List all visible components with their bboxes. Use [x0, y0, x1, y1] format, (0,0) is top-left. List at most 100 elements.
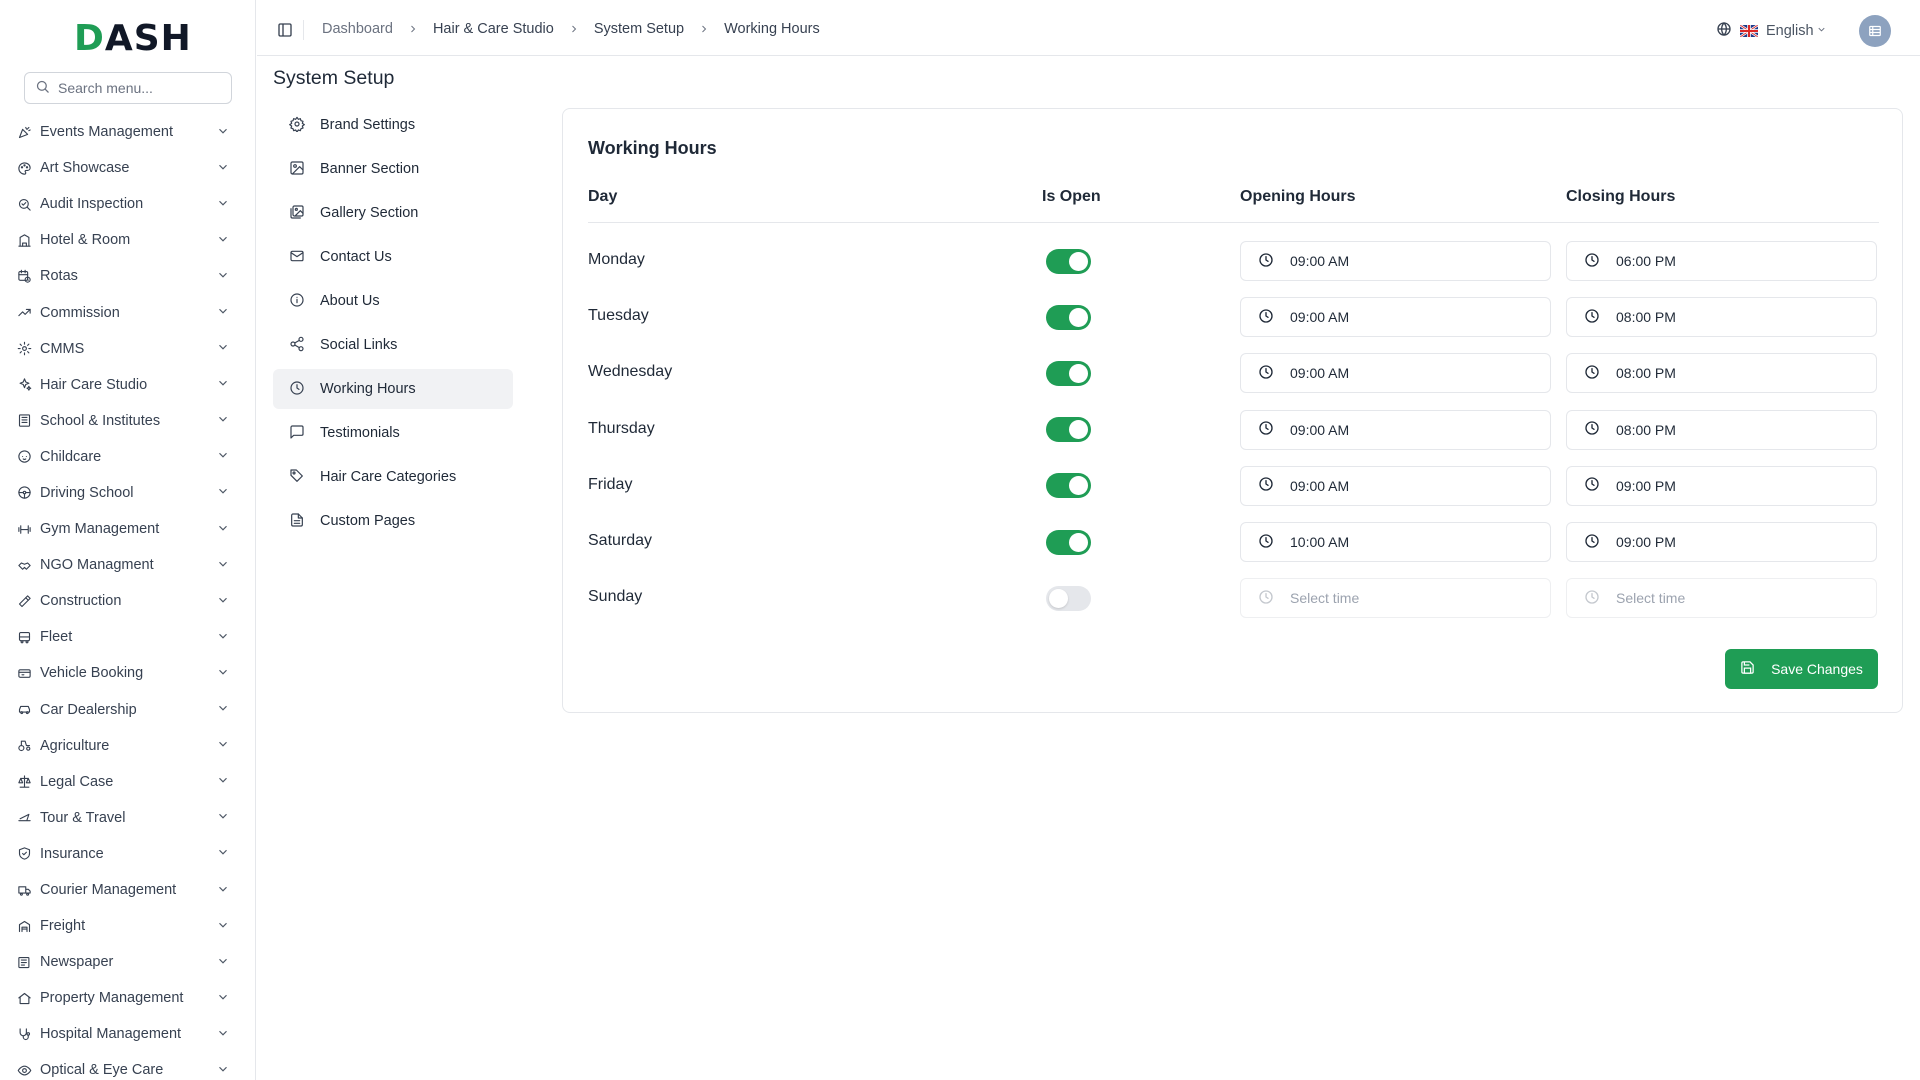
- sidebar-item-label: Fleet: [40, 629, 73, 646]
- subnav-item-testimonials[interactable]: Testimonials: [273, 413, 513, 453]
- is-open-toggle-tuesday[interactable]: [1046, 304, 1091, 330]
- sidebar-item-label: Vehicle Booking: [40, 665, 144, 682]
- eye-icon: [17, 1063, 32, 1078]
- subnav-item-about-us[interactable]: About Us: [273, 281, 513, 321]
- avatar[interactable]: [1859, 15, 1891, 47]
- chevron-down-icon: [216, 196, 230, 213]
- subnav-item-contact-us[interactable]: Contact Us: [273, 237, 513, 277]
- sidebar-item-optical-and-eye-care[interactable]: Optical & Eye Care: [0, 1052, 256, 1080]
- sidebar-item-insurance[interactable]: Insurance: [0, 836, 256, 872]
- sidebar-item-freight[interactable]: Freight: [0, 908, 256, 944]
- save-changes-label: Save Changes: [1771, 661, 1863, 677]
- car-icon: [17, 702, 32, 717]
- logo[interactable]: DASH: [74, 17, 192, 59]
- sidebar-item-hotel-and-room[interactable]: Hotel & Room: [0, 222, 256, 258]
- opening-time-input-thursday[interactable]: 09:00 AM: [1240, 409, 1551, 450]
- search-box[interactable]: [24, 72, 232, 104]
- closing-time-input-thursday[interactable]: 08:00 PM: [1566, 409, 1877, 450]
- is-open-toggle-sunday[interactable]: [1046, 585, 1091, 611]
- sidebar-item-hospital-management[interactable]: Hospital Management: [0, 1016, 256, 1052]
- baby-icon: [17, 449, 32, 464]
- sidebar-item-driving-school[interactable]: Driving School: [0, 475, 256, 511]
- sidebar-item-art-showcase[interactable]: Art Showcase: [0, 150, 256, 186]
- chevron-down-icon: [216, 990, 230, 1007]
- closing-time-input-wednesday[interactable]: 08:00 PM: [1566, 353, 1877, 394]
- sidebar-item-label: Courier Management: [40, 882, 177, 899]
- opening-time-value: 09:00 AM: [1290, 309, 1350, 326]
- subnav-item-hair-care-categories[interactable]: Hair Care Categories: [273, 457, 513, 497]
- sidebar-item-car-dealership[interactable]: Car Dealership: [0, 692, 256, 728]
- sidebar-item-label: Tour & Travel: [40, 809, 126, 826]
- sidebar-item-construction[interactable]: Construction: [0, 583, 256, 619]
- language-selector[interactable]: English: [1716, 21, 1827, 41]
- sidebar-item-newspaper[interactable]: Newspaper: [0, 944, 256, 980]
- closing-time-input-tuesday[interactable]: 08:00 PM: [1566, 297, 1877, 338]
- clock-icon: [1258, 533, 1274, 552]
- is-open-toggle-wednesday[interactable]: [1046, 360, 1091, 386]
- subnav-item-brand-settings[interactable]: Brand Settings: [273, 105, 513, 145]
- subnav-item-gallery-section[interactable]: Gallery Section: [273, 193, 513, 233]
- subnav-item-social-links[interactable]: Social Links: [273, 325, 513, 365]
- opening-time-input-friday[interactable]: 09:00 AM: [1240, 465, 1551, 506]
- sidebar-item-childcare[interactable]: Childcare: [0, 439, 256, 475]
- opening-time-input-sunday[interactable]: Select time: [1240, 578, 1551, 619]
- opening-time-input-tuesday[interactable]: 09:00 AM: [1240, 297, 1551, 338]
- clock-icon: [1258, 364, 1274, 383]
- chevron-down-icon: [216, 882, 230, 899]
- is-open-toggle-friday[interactable]: [1046, 473, 1091, 499]
- chevron-down-icon: [216, 448, 230, 465]
- opening-time-input-saturday[interactable]: 10:00 AM: [1240, 522, 1551, 562]
- is-open-toggle-monday[interactable]: [1046, 248, 1091, 274]
- sidebar-item-agriculture[interactable]: Agriculture: [0, 728, 256, 764]
- sidebar-item-ngo-managment[interactable]: NGO Managment: [0, 547, 256, 583]
- subnav-item-custom-pages[interactable]: Custom Pages: [273, 501, 513, 541]
- sidebar-item-fleet[interactable]: Fleet: [0, 619, 256, 655]
- sidebar-item-school-and-institutes[interactable]: School & Institutes: [0, 403, 256, 439]
- opening-time-input-monday[interactable]: 09:00 AM: [1240, 241, 1551, 281]
- settings-subnav: Brand Settings Banner Section Gallery Sect…: [273, 105, 513, 545]
- sidebar-item-hair-care-studio[interactable]: Hair Care Studio: [0, 367, 256, 403]
- stethoscope-icon: [17, 1027, 32, 1042]
- sidebar-item-label: Insurance: [40, 845, 104, 862]
- closing-time-input-monday[interactable]: 06:00 PM: [1566, 241, 1877, 281]
- header-closing-hours: Closing Hours: [1566, 188, 1676, 205]
- breadcrumb: Dashboard Hair & Care Studio System Setu…: [322, 21, 820, 37]
- sidebar-item-vehicle-booking[interactable]: Vehicle Booking: [0, 655, 256, 691]
- day-label-wednesday: Wednesday: [588, 363, 673, 381]
- subnav-item-working-hours[interactable]: Working Hours: [273, 369, 513, 409]
- is-open-toggle-thursday[interactable]: [1046, 417, 1091, 443]
- sidebar-item-rotas[interactable]: Rotas: [0, 258, 256, 294]
- handshake-icon: [17, 558, 32, 573]
- sidebar-item-gym-management[interactable]: Gym Management: [0, 511, 256, 547]
- closing-time-input-saturday[interactable]: 09:00 PM: [1566, 522, 1877, 562]
- sidebar-item-label: Audit Inspection: [40, 196, 144, 213]
- closing-time-value: 08:00 PM: [1616, 309, 1676, 326]
- breadcrumb-system-setup[interactable]: System Setup: [594, 21, 684, 37]
- file-text-icon: [289, 512, 305, 531]
- closing-time-input-friday[interactable]: 09:00 PM: [1566, 465, 1877, 506]
- subnav-item-banner-section[interactable]: Banner Section: [273, 149, 513, 189]
- bus-icon: [17, 630, 32, 645]
- closing-time-input-sunday[interactable]: Select time: [1566, 578, 1877, 619]
- breadcrumb-dashboard[interactable]: Dashboard: [322, 21, 393, 37]
- sidebar-item-audit-inspection[interactable]: Audit Inspection: [0, 186, 256, 222]
- sidebar-item-property-management[interactable]: Property Management: [0, 980, 256, 1016]
- sidebar: DASH Events Management Art Showcase Audit …: [0, 0, 256, 1080]
- sidebar-item-commission[interactable]: Commission: [0, 294, 256, 330]
- sidebar-item-legal-case[interactable]: Legal Case: [0, 764, 256, 800]
- sidebar-item-tour-and-travel[interactable]: Tour & Travel: [0, 800, 256, 836]
- sidebar-item-courier-management[interactable]: Courier Management: [0, 872, 256, 908]
- sidebar-item-events-management[interactable]: Events Management: [0, 114, 256, 150]
- search-input[interactable]: [58, 80, 218, 96]
- sidebar-item-cmms[interactable]: CMMS: [0, 331, 256, 367]
- working-hours-card: Working Hours Day Is Open Opening Hours …: [562, 108, 1903, 713]
- breadcrumb-hair-care-studio[interactable]: Hair & Care Studio: [433, 21, 554, 37]
- steering-wheel-icon: [17, 485, 32, 500]
- save-changes-button[interactable]: Save Changes: [1725, 649, 1878, 689]
- logo-text: DASH: [74, 17, 192, 59]
- sidebar-item-label: Gym Management: [40, 521, 160, 538]
- sidebar-toggle-icon[interactable]: [277, 22, 293, 38]
- is-open-toggle-saturday[interactable]: [1046, 529, 1091, 555]
- opening-time-input-wednesday[interactable]: 09:00 AM: [1240, 353, 1551, 394]
- chevron-down-icon: [216, 268, 230, 285]
